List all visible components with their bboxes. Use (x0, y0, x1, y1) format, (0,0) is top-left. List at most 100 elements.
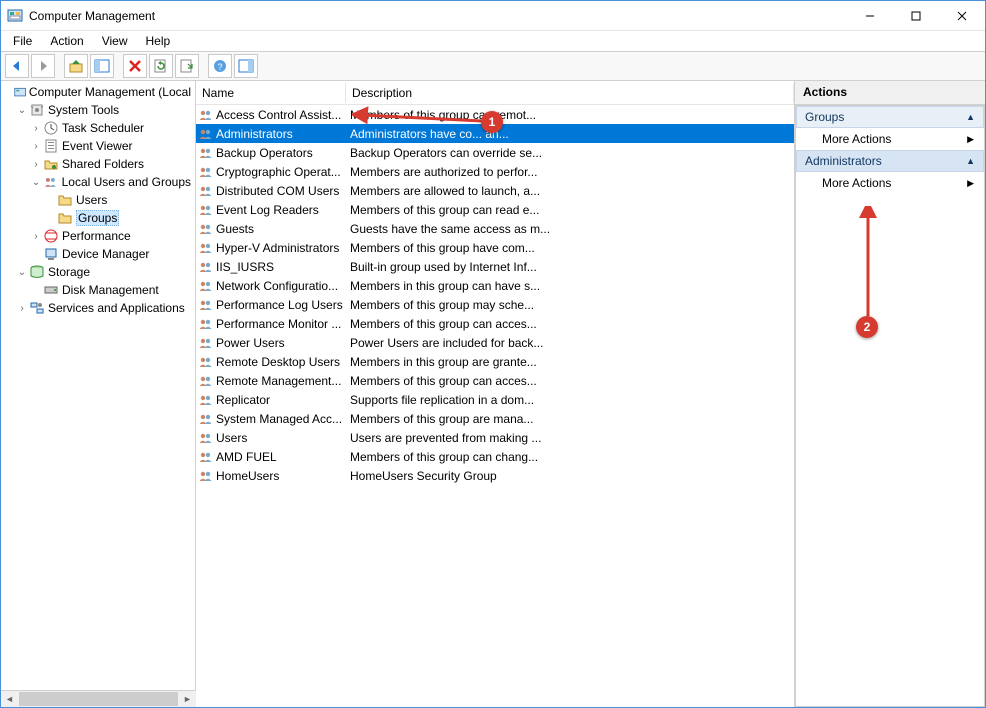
list-row[interactable]: GuestsGuests have the same access as m..… (196, 219, 794, 238)
tree-hscrollbar[interactable]: ◄ ► (1, 690, 196, 707)
folder-icon (57, 210, 73, 226)
list-row[interactable]: Backup OperatorsBackup Operators can ove… (196, 143, 794, 162)
menu-action[interactable]: Action (42, 32, 91, 50)
row-desc: Members in this group are grante... (346, 355, 794, 369)
menu-file[interactable]: File (5, 32, 40, 50)
tree-task-scheduler[interactable]: › Task Scheduler (1, 119, 195, 137)
list-row[interactable]: Performance Log UsersMembers of this gro… (196, 295, 794, 314)
menu-help[interactable]: Help (138, 32, 179, 50)
device-manager-icon (43, 246, 59, 262)
tree-root[interactable]: Computer Management (Local (1, 83, 195, 101)
maximize-button[interactable] (893, 1, 939, 31)
tree-event-viewer[interactable]: › Event Viewer (1, 137, 195, 155)
collapse-icon[interactable]: ⌄ (29, 177, 43, 188)
groups-list[interactable]: Name Description Access Control Assist..… (196, 81, 795, 707)
forward-button[interactable] (31, 54, 55, 78)
row-name: Guests (216, 222, 346, 236)
delete-button[interactable] (123, 54, 147, 78)
row-name: Power Users (216, 336, 346, 350)
annotation-marker-1: 1 (481, 111, 503, 133)
collapse-icon[interactable]: ⌄ (15, 105, 29, 116)
list-row[interactable]: System Managed Acc...Members of this gro… (196, 409, 794, 428)
list-row[interactable]: Event Log ReadersMembers of this group c… (196, 200, 794, 219)
actions-section-administrators[interactable]: Administrators ▲ (796, 150, 984, 172)
expand-icon[interactable]: › (29, 141, 43, 152)
export-list-button[interactable] (175, 54, 199, 78)
actions-body: Groups ▲ More Actions ▶ Administrators ▲… (795, 105, 985, 707)
tree-device-manager[interactable]: Device Manager (1, 245, 195, 263)
list-row[interactable]: IIS_IUSRSBuilt-in group used by Internet… (196, 257, 794, 276)
row-desc: Members in this group can have s... (346, 279, 794, 293)
collapse-icon[interactable]: ▲ (966, 112, 975, 122)
row-name: Access Control Assist... (216, 108, 346, 122)
tree-users[interactable]: Users (1, 191, 195, 209)
tree-shared-folders[interactable]: › Shared Folders (1, 155, 195, 173)
group-icon (198, 183, 214, 199)
expand-icon[interactable]: › (29, 231, 43, 242)
row-desc: Supports file replication in a dom... (346, 393, 794, 407)
list-row[interactable]: HomeUsersHomeUsers Security Group (196, 466, 794, 485)
list-row[interactable]: Network Configuratio...Members in this g… (196, 276, 794, 295)
tree-local-users-groups[interactable]: ⌄ Local Users and Groups (1, 173, 195, 191)
row-desc: Members of this group may sche... (346, 298, 794, 312)
tree-services-apps[interactable]: › Services and Applications (1, 299, 195, 317)
list-row[interactable]: ReplicatorSupports file replication in a… (196, 390, 794, 409)
collapse-icon[interactable]: ▲ (966, 156, 975, 166)
list-row[interactable]: Distributed COM UsersMembers are allowed… (196, 181, 794, 200)
help-button[interactable]: ? (208, 54, 232, 78)
row-desc: Members of this group can acces... (346, 374, 794, 388)
expand-icon[interactable]: › (29, 159, 43, 170)
tree-disk-management[interactable]: Disk Management (1, 281, 195, 299)
column-name[interactable]: Name (196, 83, 346, 103)
tree-storage[interactable]: ⌄ Storage (1, 263, 195, 281)
annotation-arrow-1 (352, 101, 487, 131)
up-button[interactable] (64, 54, 88, 78)
back-button[interactable] (5, 54, 29, 78)
system-tools-icon (29, 102, 45, 118)
collapse-icon[interactable]: ⌄ (15, 267, 29, 278)
list-row[interactable]: Remote Desktop UsersMembers in this grou… (196, 352, 794, 371)
list-row[interactable]: Remote Management...Members of this grou… (196, 371, 794, 390)
disk-management-icon (43, 282, 59, 298)
column-description[interactable]: Description (346, 83, 794, 103)
list-row[interactable]: UsersUsers are prevented from making ... (196, 428, 794, 447)
section-label: Administrators (805, 154, 882, 168)
annotation-marker-2: 2 (856, 316, 878, 338)
nav-tree[interactable]: Computer Management (Local ⌄ System Tool… (1, 81, 196, 707)
refresh-button[interactable] (149, 54, 173, 78)
tree-label: Disk Management (62, 283, 159, 297)
tree-performance[interactable]: › Performance (1, 227, 195, 245)
expand-icon[interactable]: › (29, 123, 43, 134)
row-name: AMD FUEL (216, 450, 346, 464)
show-hide-action-pane-button[interactable] (234, 54, 258, 78)
list-row[interactable]: Cryptographic Operat...Members are autho… (196, 162, 794, 181)
minimize-button[interactable] (847, 1, 893, 31)
close-button[interactable] (939, 1, 985, 31)
scroll-thumb[interactable] (19, 692, 178, 706)
tree-groups[interactable]: Groups (1, 209, 195, 227)
list-row[interactable]: Hyper-V AdministratorsMembers of this gr… (196, 238, 794, 257)
actions-more-administrators[interactable]: More Actions ▶ (796, 172, 984, 194)
menu-view[interactable]: View (94, 32, 136, 50)
row-desc: Built-in group used by Internet Inf... (346, 260, 794, 274)
row-name: Replicator (216, 393, 346, 407)
row-name: Network Configuratio... (216, 279, 346, 293)
row-desc: Members are authorized to perfor... (346, 165, 794, 179)
scroll-left-icon[interactable]: ◄ (1, 694, 18, 704)
show-hide-tree-button[interactable] (90, 54, 114, 78)
expand-icon[interactable]: › (15, 303, 29, 314)
group-icon (198, 278, 214, 294)
actions-section-groups[interactable]: Groups ▲ (796, 106, 984, 128)
tree-label: Computer Management (Local (29, 85, 191, 99)
list-row[interactable]: AMD FUELMembers of this group can chang.… (196, 447, 794, 466)
list-row[interactable]: Power UsersPower Users are included for … (196, 333, 794, 352)
task-scheduler-icon (43, 120, 59, 136)
tree-system-tools[interactable]: ⌄ System Tools (1, 101, 195, 119)
annotation-label: 2 (864, 320, 871, 334)
actions-more-groups[interactable]: More Actions ▶ (796, 128, 984, 150)
row-name: Remote Management... (216, 374, 346, 388)
action-label: More Actions (822, 176, 891, 190)
scroll-right-icon[interactable]: ► (179, 694, 196, 704)
list-row[interactable]: Performance Monitor ...Members of this g… (196, 314, 794, 333)
row-desc: Members of this group can acces... (346, 317, 794, 331)
